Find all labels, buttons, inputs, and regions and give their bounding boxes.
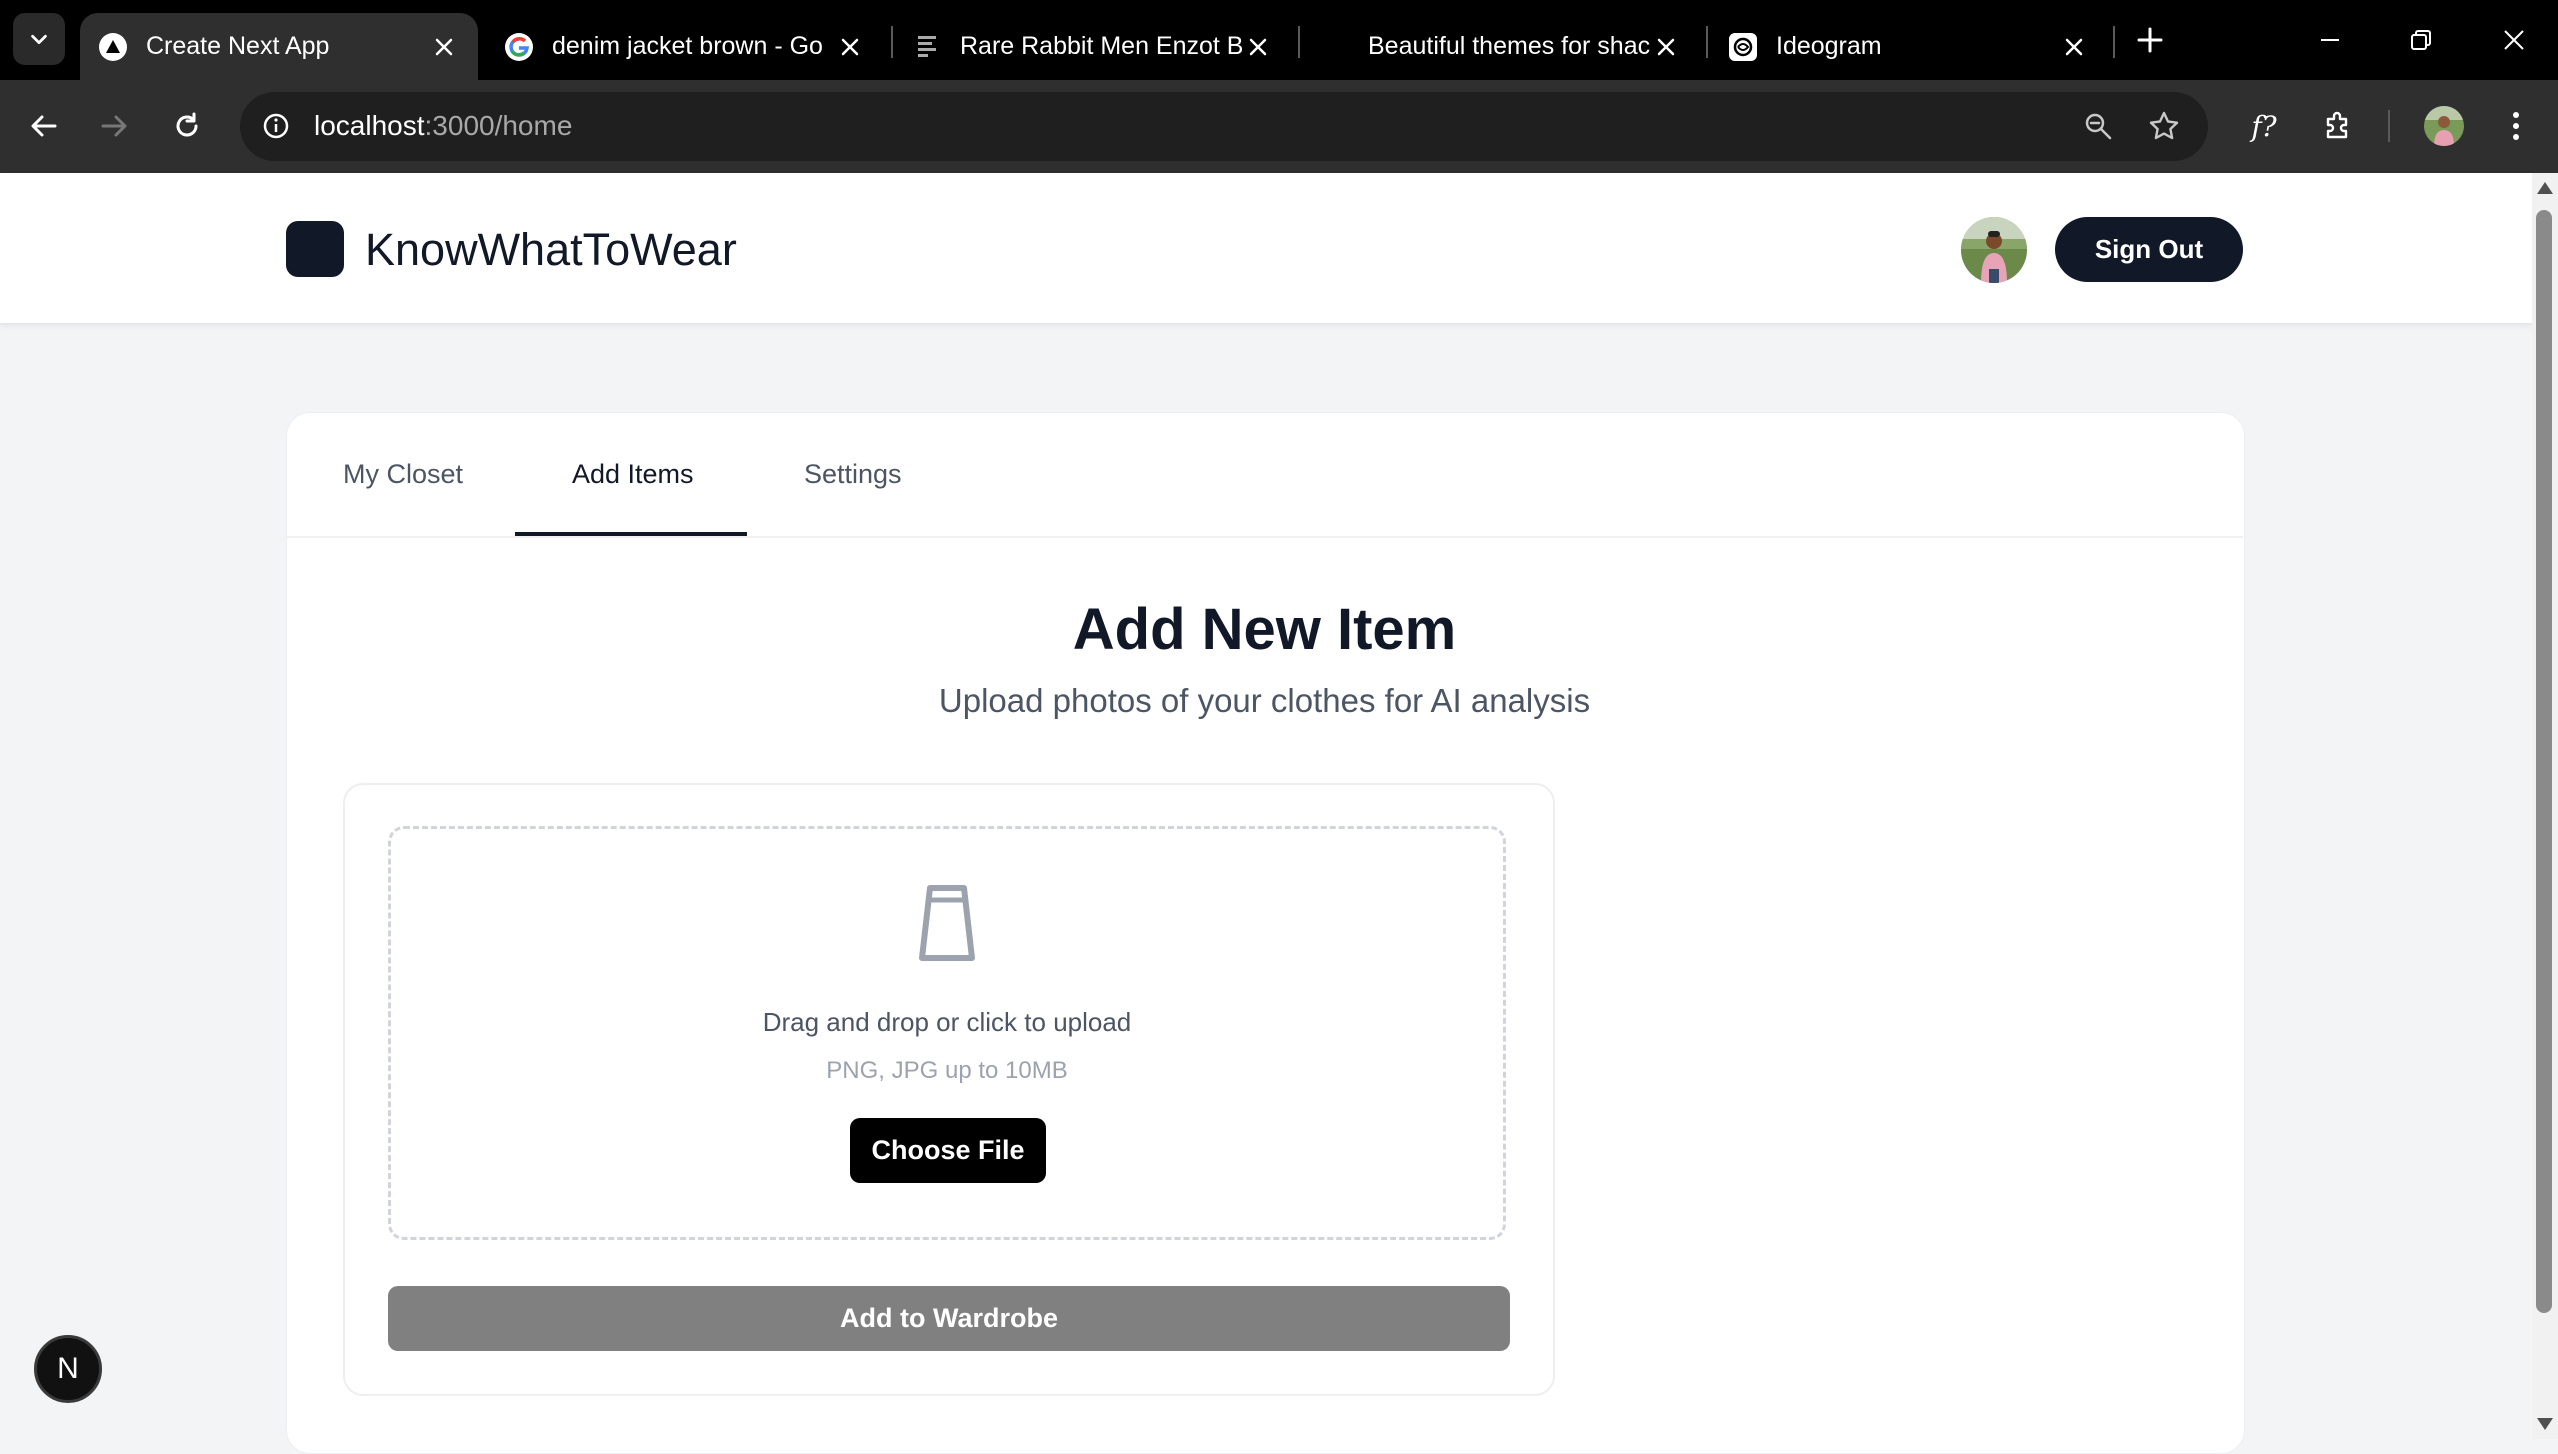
chevron-down-icon (31, 34, 47, 45)
page-title: Add New Item (1072, 597, 1457, 662)
new-tab-button[interactable] (2130, 20, 2170, 60)
google-icon (504, 32, 534, 62)
page-subtitle: Upload photos of your clothes for AI ana… (938, 682, 1591, 719)
site-info-button[interactable] (256, 106, 296, 146)
kebab-menu-icon (2513, 112, 2519, 140)
toolbar-separator (2388, 110, 2390, 142)
star-icon (2149, 111, 2179, 140)
brand-logo[interactable] (286, 221, 344, 277)
scrollbar-thumb[interactable] (2536, 210, 2552, 1313)
active-tab-indicator (515, 532, 747, 536)
browser-tab-google[interactable]: denim jacket brown - Go (486, 13, 884, 80)
user-avatar[interactable] (1961, 217, 2027, 283)
tab-separator (1706, 26, 1708, 58)
tab-my-closet[interactable]: My Closet (343, 440, 463, 508)
scroll-up-arrow-icon[interactable] (2537, 182, 2553, 194)
scroll-down-arrow-icon[interactable] (2537, 1418, 2553, 1430)
close-tab-icon[interactable] (1242, 31, 1274, 63)
choose-file-button[interactable]: Choose File (850, 1118, 1046, 1183)
tab-title: denim jacket brown - Go (552, 32, 823, 60)
bookmark-button[interactable] (2142, 104, 2186, 148)
ideogram-icon (1728, 32, 1758, 62)
close-tab-icon[interactable] (1650, 31, 1682, 63)
close-tab-icon[interactable] (2058, 31, 2090, 63)
puzzle-icon (2326, 111, 2348, 139)
tab-separator (2113, 26, 2115, 58)
tab-title: Ideogram (1776, 32, 1882, 60)
tab-separator (891, 26, 893, 58)
tab-separator (1298, 26, 1300, 58)
house-of-rare-icon (912, 32, 942, 62)
zoom-button[interactable] (2076, 104, 2120, 148)
browser-menu-button[interactable] (2492, 102, 2540, 150)
browser-tab-create-next-app[interactable]: Create Next App (80, 13, 478, 80)
browser-tab-rare-rabbit[interactable]: Rare Rabbit Men Enzot B (894, 13, 1292, 80)
tab-search-button[interactable] (13, 13, 65, 65)
font-button[interactable]: f? (2240, 102, 2288, 150)
plus-icon (2137, 27, 2163, 53)
reload-button[interactable] (163, 102, 211, 150)
brand-name[interactable]: KnowWhatToWear (365, 222, 737, 278)
close-icon (2504, 30, 2524, 50)
url-path: :3000/home (424, 110, 573, 141)
info-icon (263, 113, 289, 139)
restore-button[interactable] (2397, 16, 2445, 64)
reload-icon (176, 112, 198, 137)
minimize-icon (2321, 39, 2339, 41)
arrow-left-icon (31, 115, 57, 137)
url-text[interactable]: localhost:3000/home (314, 106, 572, 146)
sign-out-button[interactable]: Sign Out (2055, 217, 2243, 282)
minimize-button[interactable] (2306, 16, 2354, 64)
browser-tab-themes[interactable]: Beautiful themes for shac (1302, 13, 1700, 80)
tab-settings[interactable]: Settings (804, 440, 902, 508)
forward-button[interactable] (90, 102, 138, 150)
back-button[interactable] (20, 102, 68, 150)
font-icon: f? (2251, 109, 2277, 143)
dropzone-file-hint: PNG, JPG up to 10MB (826, 1057, 1068, 1084)
close-window-button[interactable] (2490, 16, 2538, 64)
restore-icon (2411, 30, 2431, 50)
tab-title: Create Next App (146, 32, 330, 60)
close-tab-icon[interactable] (428, 31, 460, 63)
nextjs-dev-badge[interactable]: N (34, 1335, 102, 1403)
browser-tab-ideogram[interactable]: Ideogram (1710, 13, 2108, 80)
tab-add-items[interactable]: Add Items (572, 440, 694, 508)
add-to-wardrobe-button[interactable]: Add to Wardrobe (388, 1286, 1510, 1351)
arrow-right-icon (101, 115, 127, 137)
profile-avatar-small[interactable] (2424, 106, 2464, 146)
dropzone-instructions: Drag and drop or click to upload (762, 1007, 1132, 1037)
url-host: localhost (314, 110, 425, 141)
zoom-out-icon (2085, 113, 2112, 140)
tab-title: Rare Rabbit Men Enzot B (960, 32, 1242, 60)
blank-icon (1320, 32, 1350, 62)
tab-title: Beautiful themes for shac (1368, 32, 1650, 60)
close-tab-icon[interactable] (834, 31, 866, 63)
shopping-bag-icon (919, 885, 975, 961)
extensions-button[interactable] (2314, 102, 2362, 150)
vercel-triangle-icon (98, 32, 128, 62)
